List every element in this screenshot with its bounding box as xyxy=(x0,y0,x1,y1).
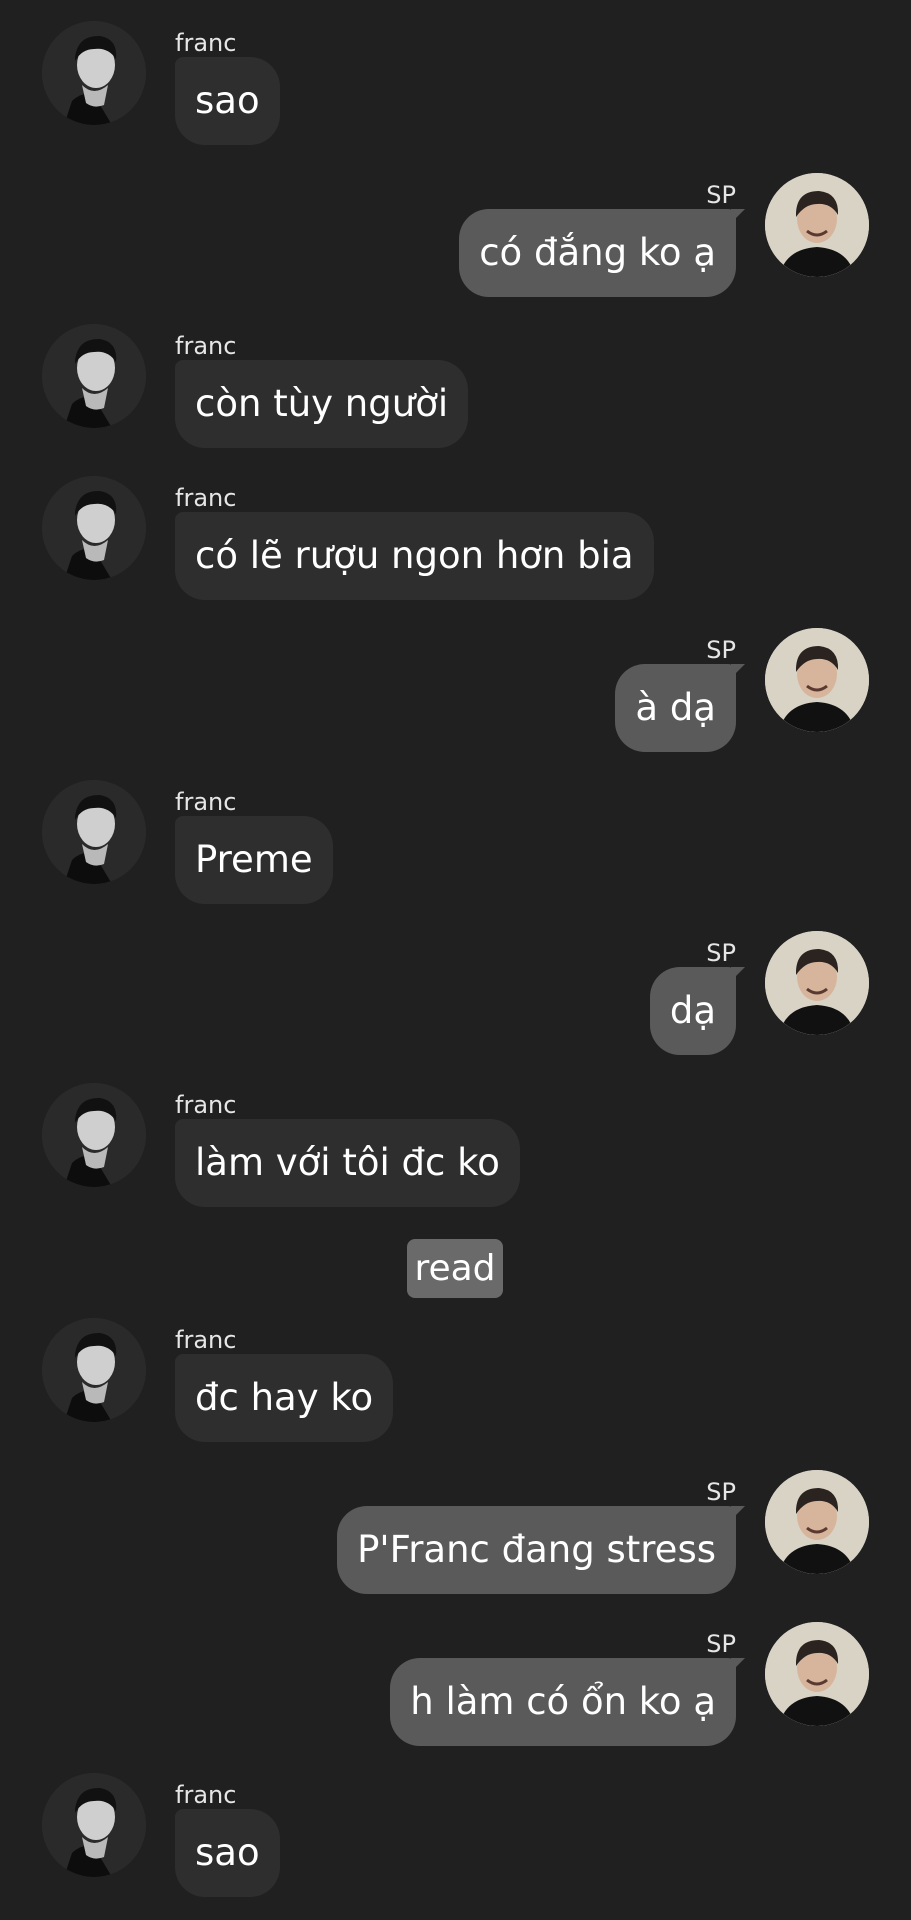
sender-name: SP xyxy=(706,939,736,967)
message-incoming: franc đc hay ko xyxy=(0,1318,911,1458)
message-outgoing: SP dạ xyxy=(0,931,911,1071)
message-bubble[interactable]: dạ xyxy=(649,967,736,1055)
sp-avatar[interactable] xyxy=(765,1470,869,1574)
message-incoming: franc làm với tôi đc ko xyxy=(0,1083,911,1223)
message-bubble[interactable]: làm với tôi đc ko xyxy=(175,1119,520,1207)
message-incoming: franc Preme xyxy=(0,780,911,920)
franc-avatar[interactable] xyxy=(42,1083,146,1187)
message-outgoing: SP à dạ xyxy=(0,628,911,768)
read-receipt-badge: read xyxy=(407,1239,503,1298)
message-outgoing: SP có đắng ko ạ xyxy=(0,173,911,313)
message-bubble[interactable]: đc hay ko xyxy=(175,1354,394,1442)
franc-avatar[interactable] xyxy=(42,780,146,884)
message-bubble[interactable]: có đắng ko ạ xyxy=(459,209,736,297)
message-outgoing: SP h làm có ổn ko ạ xyxy=(0,1622,911,1762)
sp-avatar[interactable] xyxy=(765,628,869,732)
sender-name: franc xyxy=(175,1091,237,1119)
message-bubble[interactable]: h làm có ổn ko ạ xyxy=(390,1658,736,1746)
message-bubble[interactable]: sao xyxy=(175,1809,280,1897)
sp-avatar[interactable] xyxy=(765,1622,869,1726)
message-outgoing: SP P'Franc đang stress xyxy=(0,1470,911,1610)
franc-avatar[interactable] xyxy=(42,324,146,428)
franc-avatar[interactable] xyxy=(42,1773,146,1877)
sp-avatar[interactable] xyxy=(765,173,869,277)
message-incoming: franc có lẽ rượu ngon hơn bia xyxy=(0,476,911,616)
franc-avatar[interactable] xyxy=(42,21,146,125)
message-bubble[interactable]: P'Franc đang stress xyxy=(337,1506,736,1594)
sp-avatar[interactable] xyxy=(765,931,869,1035)
sender-name: franc xyxy=(175,1326,237,1354)
message-incoming: franc sao xyxy=(0,21,911,161)
sender-name: franc xyxy=(175,788,237,816)
sender-name: SP xyxy=(706,1630,736,1658)
message-bubble[interactable]: à dạ xyxy=(615,664,736,752)
sender-name: SP xyxy=(706,636,736,664)
message-bubble[interactable]: sao xyxy=(175,57,280,145)
sender-name: franc xyxy=(175,484,237,512)
message-incoming: franc sao xyxy=(0,1773,911,1913)
franc-avatar[interactable] xyxy=(42,476,146,580)
sender-name: SP xyxy=(706,1478,736,1506)
chat-thread: franc sao SP có đắng ko ạ franc còn tùy … xyxy=(0,0,911,1920)
sender-name: franc xyxy=(175,332,237,360)
message-bubble[interactable]: có lẽ rượu ngon hơn bia xyxy=(175,512,654,600)
message-bubble[interactable]: còn tùy người xyxy=(175,360,469,448)
sender-name: franc xyxy=(175,29,237,57)
sender-name: franc xyxy=(175,1781,237,1809)
message-incoming: franc còn tùy người xyxy=(0,324,911,464)
sender-name: SP xyxy=(706,181,736,209)
message-bubble[interactable]: Preme xyxy=(175,816,333,904)
franc-avatar[interactable] xyxy=(42,1318,146,1422)
